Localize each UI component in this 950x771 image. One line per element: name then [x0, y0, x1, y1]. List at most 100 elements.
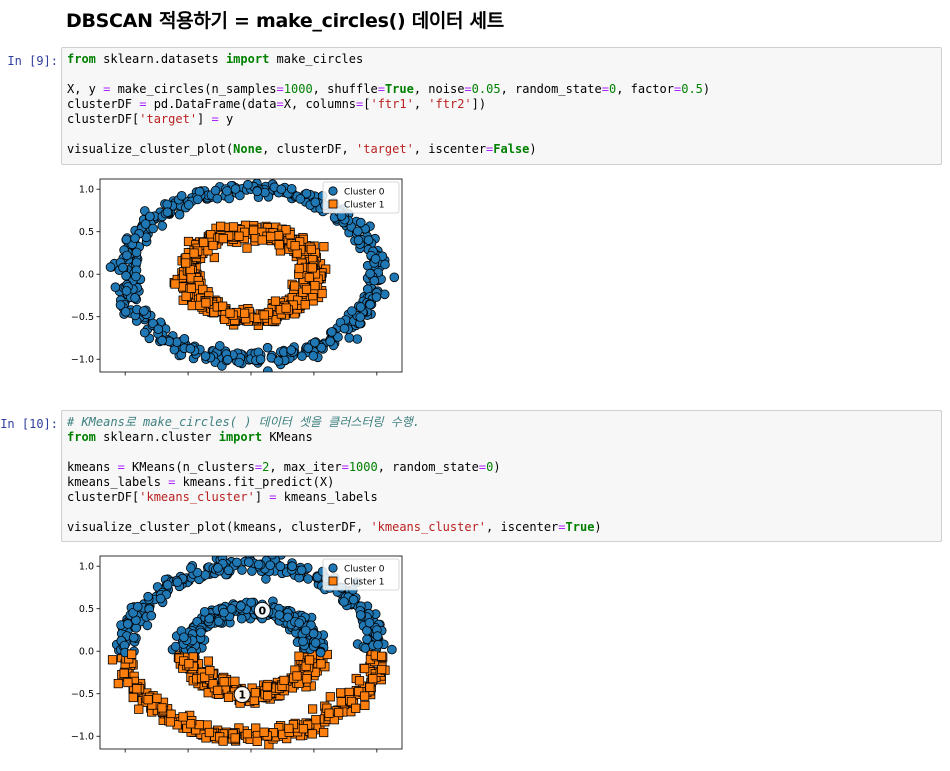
- code-token: clusterDF[: [67, 112, 140, 126]
- data-point: [304, 272, 314, 282]
- data-point: [212, 193, 223, 204]
- y-tick-label: 1.0: [79, 185, 94, 196]
- data-point: [297, 351, 307, 362]
- data-point: [228, 222, 239, 232]
- code-cell[interactable]: from sklearn.datasets import make_circle…: [61, 47, 942, 165]
- data-point: [196, 627, 206, 638]
- y-tick-label: 1.0: [79, 562, 94, 573]
- data-point: [365, 682, 375, 692]
- data-point: [186, 563, 196, 573]
- data-point: [105, 262, 116, 272]
- data-point: [210, 185, 221, 196]
- code-token: y: [218, 112, 234, 126]
- code-token: make_circles: [269, 52, 364, 66]
- y-tick-label: 0.0: [79, 647, 94, 658]
- data-point: [157, 335, 167, 346]
- data-point: [142, 620, 153, 631]
- data-point: [218, 234, 228, 244]
- scatter-plot: 01−1.0−0.50.00.51.01.00.50.0−0.5−1.0Clus…: [66, 553, 411, 766]
- data-point: [262, 342, 273, 353]
- code-line: visualize_cluster_plot(None, clusterDF, …: [67, 142, 936, 157]
- data-point: [183, 200, 194, 210]
- data-point: [379, 289, 390, 300]
- data-point: [131, 271, 141, 282]
- data-point: [279, 675, 289, 685]
- data-point: [208, 240, 218, 251]
- data-point: [373, 639, 383, 650]
- data-point: [316, 659, 326, 669]
- data-point: [295, 194, 306, 204]
- data-point: [239, 308, 250, 318]
- data-point: [121, 271, 131, 281]
- code-line: kmeans = KMeans(n_clusters=2, max_iter=1…: [67, 460, 936, 475]
- data-point: [179, 632, 189, 643]
- data-point: [189, 248, 199, 258]
- data-point: [192, 194, 203, 205]
- data-point: [199, 606, 210, 617]
- data-point: [301, 284, 312, 294]
- data-point: [162, 207, 173, 218]
- code-token: False: [493, 142, 530, 156]
- code-cell[interactable]: # KMeans로 make_circles( ) 데이터 셋을 클러스터링 수…: [61, 410, 942, 542]
- data-point: [110, 282, 121, 292]
- data-point: [222, 354, 233, 365]
- data-point: [143, 695, 153, 705]
- data-point: [200, 351, 211, 361]
- scatter-plot-svg: 01−1.0−0.50.00.51.01.00.50.0−0.5−1.0Clus…: [71, 555, 403, 766]
- data-point: [354, 676, 365, 686]
- code-token: True: [565, 520, 595, 534]
- code-token: ]: [197, 112, 212, 126]
- data-point: [319, 242, 329, 252]
- data-point: [139, 327, 150, 338]
- data-point: [181, 291, 191, 301]
- data-point: [387, 644, 397, 655]
- data-point: [273, 231, 284, 241]
- data-point: [359, 664, 370, 674]
- data-point: [310, 337, 320, 348]
- data-point: [307, 704, 318, 714]
- data-point: [281, 303, 291, 313]
- y-tick-label: −1.0: [71, 732, 94, 743]
- data-point: [286, 183, 297, 194]
- data-point: [273, 356, 284, 366]
- data-point: [255, 354, 266, 365]
- data-point: [355, 610, 366, 620]
- data-point: [134, 704, 144, 714]
- cell-prompt: In [10]:: [0, 417, 58, 431]
- data-point: [317, 288, 327, 299]
- code-token: ]: [254, 490, 270, 504]
- code-token: kmeans_labels: [276, 490, 378, 504]
- data-point: [178, 712, 188, 722]
- data-point: [200, 570, 211, 580]
- data-point: [376, 651, 387, 661]
- code-token: =: [276, 82, 284, 96]
- scatter-plot-svg: −1.0−0.50.00.51.01.00.50.0−0.5−1.0Cluste…: [71, 178, 403, 389]
- data-point: [292, 671, 302, 681]
- data-point: [122, 619, 133, 629]
- data-point: [325, 336, 336, 347]
- data-point: [237, 565, 247, 575]
- data-point: [339, 596, 349, 607]
- data-point: [302, 674, 312, 684]
- data-point: [232, 557, 242, 568]
- y-tick-label: −0.5: [71, 689, 94, 700]
- data-point: [259, 727, 269, 737]
- cell-prompt: In [9]:: [7, 54, 58, 68]
- legend-marker: [328, 576, 338, 586]
- code-token: from: [67, 430, 96, 444]
- data-point: [127, 649, 137, 659]
- code-line: clusterDF['kmeans_cluster'] = kmeans_lab…: [67, 490, 936, 505]
- code-token: , max_iter: [269, 460, 342, 474]
- data-point: [118, 262, 128, 273]
- code-token: ): [594, 520, 602, 534]
- data-point: [307, 729, 317, 739]
- data-point: [310, 281, 320, 291]
- data-point: [365, 268, 375, 279]
- data-point: [263, 366, 273, 372]
- data-point: [225, 308, 235, 318]
- code-line: clusterDF['target'] = y: [67, 112, 936, 127]
- code-token: =: [211, 112, 219, 126]
- code-token: =: [601, 82, 609, 96]
